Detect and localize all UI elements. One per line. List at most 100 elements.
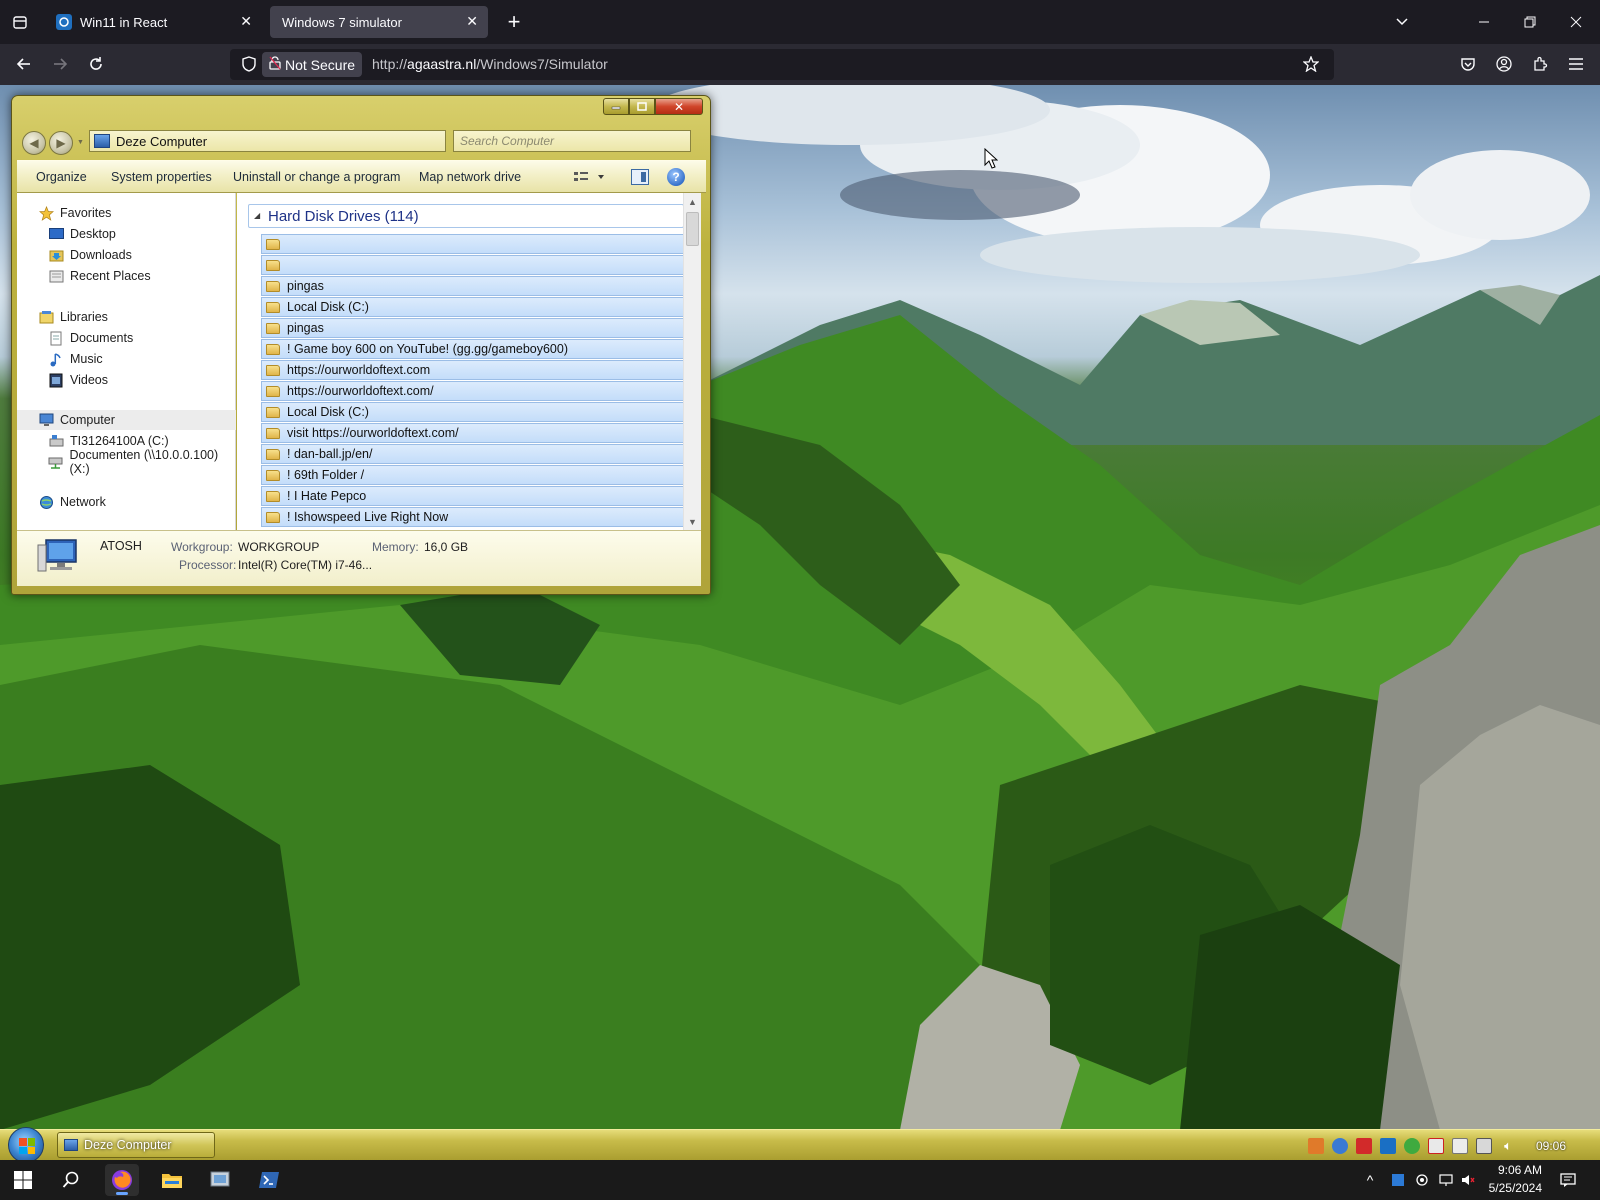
tray-camera-icon[interactable] xyxy=(1414,1172,1430,1188)
tray-volume-icon[interactable]: 🔈︎ xyxy=(1500,1138,1516,1154)
drive-item-label: ! 69th Folder / xyxy=(287,468,365,482)
scroll-down-arrow-icon[interactable]: ▼ xyxy=(684,513,701,530)
tray-device-icon[interactable] xyxy=(1452,1138,1468,1154)
nav-computer[interactable]: Computer xyxy=(17,410,236,430)
nav-favorites[interactable]: Favorites xyxy=(17,203,236,223)
show-hidden-icons-chevron-icon[interactable]: ^ xyxy=(1360,1164,1380,1196)
memory-label: Memory: xyxy=(372,540,419,554)
not-secure-badge[interactable]: Not Secure xyxy=(262,52,363,77)
system-properties-button[interactable]: System properties xyxy=(111,170,212,184)
extensions-puzzle-icon[interactable] xyxy=(1526,50,1554,78)
tray-action-center-icon[interactable] xyxy=(1428,1138,1444,1154)
account-icon[interactable] xyxy=(1490,50,1518,78)
system-time[interactable]: 9:06 AM xyxy=(1472,1163,1542,1177)
file-explorer-icon[interactable] xyxy=(155,1164,189,1196)
taskbar-button-deze-computer[interactable]: Deze Computer xyxy=(57,1132,215,1158)
back-arrow-icon[interactable]: ◀ xyxy=(22,131,46,155)
drive-list-item[interactable]: Local Disk (C:) xyxy=(261,402,685,422)
tab-win11-in-react[interactable]: Win11 in React ✕ xyxy=(44,6,262,38)
notifications-icon[interactable] xyxy=(1558,1170,1578,1190)
organize-button[interactable]: Organize xyxy=(36,170,87,184)
hamburger-menu-icon[interactable] xyxy=(1562,50,1590,78)
back-arrow-icon[interactable] xyxy=(10,50,38,78)
url-bar[interactable]: Not Secure http://agaastra.nl/Windows7/S… xyxy=(230,49,1334,80)
drive-list-item[interactable]: https://ourworldoftext.com xyxy=(261,360,685,380)
tray-sync-icon[interactable] xyxy=(1332,1138,1348,1154)
drive-list-item[interactable]: ! Game boy 600 on YouTube! (gg.gg/gamebo… xyxy=(261,339,685,359)
pocket-icon[interactable] xyxy=(1454,50,1482,78)
tray-network-icon[interactable] xyxy=(1476,1138,1492,1154)
new-tab-button[interactable]: + xyxy=(500,8,528,36)
nav-music[interactable]: Music xyxy=(17,349,236,369)
map-network-drive-button[interactable]: Map network drive xyxy=(419,170,521,184)
drive-list-item[interactable]: ! 69th Folder / xyxy=(261,465,685,485)
forward-arrow-icon[interactable]: ▶ xyxy=(49,131,73,155)
vertical-scrollbar[interactable]: ▲ ▼ xyxy=(683,193,701,530)
firefox-icon[interactable] xyxy=(105,1164,139,1196)
collapse-triangle-icon[interactable]: ◢ xyxy=(254,211,260,220)
drive-list-item[interactable]: ! Ishowspeed Live Right Now xyxy=(261,507,685,527)
close-tab-icon[interactable]: ✕ xyxy=(240,13,252,30)
preview-pane-icon[interactable] xyxy=(631,169,649,185)
network-status-icon[interactable] xyxy=(1438,1172,1454,1188)
tray-security-icon[interactable] xyxy=(1404,1138,1420,1154)
forward-arrow-icon[interactable] xyxy=(46,50,74,78)
nav-videos[interactable]: Videos xyxy=(17,370,236,390)
maximize-button[interactable] xyxy=(629,98,655,115)
tray-outlook-icon[interactable] xyxy=(1380,1138,1396,1154)
drive-list-item[interactable]: pingas xyxy=(261,276,685,296)
scrollbar-thumb[interactable] xyxy=(686,212,699,246)
firefox-view-icon[interactable] xyxy=(6,8,34,36)
tray-app-icon[interactable] xyxy=(1308,1138,1324,1154)
tab-windows7-simulator[interactable]: Windows 7 simulator ✕ xyxy=(270,6,488,38)
tray-app-icon[interactable] xyxy=(1390,1172,1406,1188)
drive-list-item[interactable]: https://ourworldoftext.com/ xyxy=(261,381,685,401)
windows-start-icon[interactable] xyxy=(6,1164,40,1196)
nav-network[interactable]: Network xyxy=(17,492,236,512)
nav-recent-places[interactable]: Recent Places xyxy=(17,266,236,286)
scroll-up-arrow-icon[interactable]: ▲ xyxy=(684,193,701,210)
drive-list-item[interactable]: ! dan-ball.jp/en/ xyxy=(261,444,685,464)
close-button[interactable]: ✕ xyxy=(655,98,703,115)
close-tab-icon[interactable]: ✕ xyxy=(466,13,478,30)
bookmark-star-icon[interactable] xyxy=(1298,51,1324,77)
tray-pdf-icon[interactable] xyxy=(1356,1138,1372,1154)
search-input[interactable]: Search Computer xyxy=(453,130,691,152)
computer-name: ATOSH xyxy=(100,539,142,553)
win7-clock[interactable]: 09:06 xyxy=(1536,1139,1566,1153)
url-text[interactable]: http://agaastra.nl/Windows7/Simulator xyxy=(372,56,608,72)
restore-window-button[interactable] xyxy=(1516,8,1544,36)
explorer-window[interactable]: ✕ ◀ ▶ ▼ Deze Computer Search Computer Or… xyxy=(11,95,711,595)
drive-list-item[interactable]: visit https://ourworldoftext.com/ xyxy=(261,423,685,443)
drive-list-item[interactable]: Local Disk (C:) xyxy=(261,297,685,317)
help-icon[interactable]: ? xyxy=(667,168,685,186)
uninstall-program-button[interactable]: Uninstall or change a program xyxy=(233,170,400,184)
nav-desktop[interactable]: Desktop xyxy=(17,224,236,244)
drive-item-label: Local Disk (C:) xyxy=(287,300,369,314)
win7-start-orb[interactable] xyxy=(8,1127,44,1163)
drive-list-item[interactable] xyxy=(261,255,685,275)
recent-places-icon xyxy=(48,268,64,284)
nav-drive-x[interactable]: Documenten (\\10.0.0.100) (X:) xyxy=(17,448,236,476)
group-header-hard-disk-drives[interactable]: ◢ Hard Disk Drives (114) xyxy=(248,204,684,228)
nav-documents[interactable]: Documents xyxy=(17,328,236,348)
drive-list-item[interactable]: ! I Hate Pepco xyxy=(261,486,685,506)
search-icon[interactable] xyxy=(54,1164,88,1196)
change-view-icon[interactable] xyxy=(572,169,606,185)
reload-icon[interactable] xyxy=(82,50,110,78)
nav-libraries[interactable]: Libraries xyxy=(17,307,236,327)
tracking-shield-icon[interactable] xyxy=(236,51,262,77)
close-window-button[interactable] xyxy=(1562,8,1590,36)
control-panel-icon[interactable] xyxy=(203,1164,237,1196)
nav-downloads[interactable]: Downloads xyxy=(17,245,236,265)
drive-list-item[interactable]: pingas xyxy=(261,318,685,338)
chevron-down-icon[interactable] xyxy=(1388,8,1416,36)
system-date[interactable]: 5/25/2024 xyxy=(1472,1181,1542,1195)
minimize-window-button[interactable] xyxy=(1470,8,1498,36)
address-bar[interactable]: Deze Computer xyxy=(89,130,446,152)
recent-pages-chevron-icon[interactable]: ▼ xyxy=(77,139,84,146)
powershell-icon[interactable] xyxy=(252,1164,286,1196)
drive-list-item[interactable] xyxy=(261,234,685,254)
minimize-button[interactable] xyxy=(603,98,629,115)
file-list-pane[interactable]: ◢ Hard Disk Drives (114) pingas Local Dis… xyxy=(237,193,685,530)
